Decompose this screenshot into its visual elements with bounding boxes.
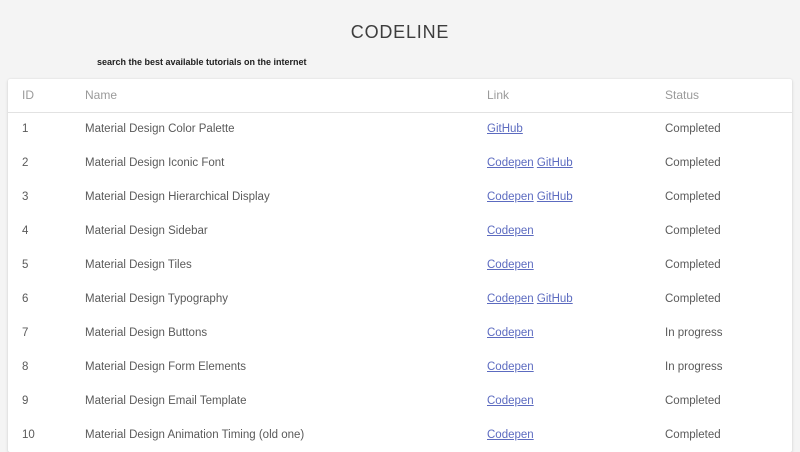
row-name-cell: Material Design Buttons	[85, 327, 208, 339]
row-status-cell: Completed	[665, 191, 721, 203]
table-row: 5 Material Design Tiles Codepen Complete…	[8, 248, 792, 282]
row-links-cell: Codepen	[473, 418, 651, 452]
row-name-cell: Material Design Tiles	[85, 259, 192, 271]
table-row: 4 Material Design Sidebar Codepen Comple…	[8, 214, 792, 248]
table-row: 3 Material Design Hierarchical Display C…	[8, 180, 792, 214]
table-row: 7 Material Design Buttons Codepen In pro…	[8, 316, 792, 350]
table-row: 2 Material Design Iconic Font Codepen Gi…	[8, 146, 792, 180]
row-name-cell: Material Design Form Elements	[85, 361, 247, 373]
codepen-link[interactable]: Codepen	[487, 259, 534, 271]
row-id-cell: 3	[22, 191, 29, 203]
row-status-cell: Completed	[665, 225, 721, 237]
row-id-cell: 8	[22, 361, 29, 373]
github-link[interactable]: GitHub	[537, 293, 573, 305]
row-id-cell: 9	[22, 395, 29, 407]
row-id-cell: 6	[22, 293, 29, 305]
row-id-cell: 2	[22, 157, 29, 169]
codepen-link[interactable]: Codepen	[487, 361, 534, 373]
row-status-cell: Completed	[665, 123, 721, 136]
row-id-cell: 7	[22, 327, 29, 339]
row-links-cell: Codepen GitHub	[473, 146, 651, 180]
row-name-cell: Material Design Iconic Font	[85, 157, 225, 169]
row-links-cell: Codepen	[473, 350, 651, 384]
codepen-link[interactable]: Codepen	[487, 191, 534, 203]
row-name-cell: Material Design Email Template	[85, 395, 247, 407]
github-link[interactable]: GitHub	[487, 123, 523, 135]
table-row: 9 Material Design Email Template Codepen…	[8, 384, 792, 418]
row-links-cell: Codepen	[473, 384, 651, 418]
table-row: 8 Material Design Form Elements Codepen …	[8, 350, 792, 384]
row-status-cell: Completed	[665, 259, 721, 271]
column-header-name: Name	[71, 79, 473, 113]
row-status-cell: In progress	[665, 327, 723, 339]
row-status-cell: Completed	[665, 429, 721, 441]
row-id-cell: 5	[22, 259, 29, 271]
codepen-link[interactable]: Codepen	[487, 293, 534, 305]
codepen-link[interactable]: Codepen	[487, 327, 534, 339]
row-status-cell: Completed	[665, 395, 721, 407]
row-name-cell: Material Design Sidebar	[85, 225, 208, 237]
row-id-cell: 1	[22, 123, 29, 136]
page-title: CODELINE	[350, 22, 450, 42]
tutorials-table: ID Name Link Status 1 Material Design Co…	[8, 79, 792, 452]
table-row: 10 Material Design Animation Timing (old…	[8, 418, 792, 452]
column-header-link: Link	[473, 79, 651, 113]
github-link[interactable]: GitHub	[537, 157, 573, 169]
row-links-cell: Codepen	[473, 248, 651, 282]
tutorials-card: ID Name Link Status 1 Material Design Co…	[8, 79, 792, 452]
row-status-cell: Completed	[665, 293, 721, 305]
row-links-cell: Codepen GitHub	[473, 282, 651, 316]
row-status-cell: Completed	[665, 157, 721, 169]
row-links-cell: Codepen	[473, 316, 651, 350]
page-subtitle: search the best available tutorials on t…	[97, 57, 307, 67]
table-row: 6 Material Design Typography Codepen Git…	[8, 282, 792, 316]
codepen-link[interactable]: Codepen	[487, 225, 534, 237]
codepen-link[interactable]: Codepen	[487, 429, 534, 441]
codepen-link[interactable]: Codepen	[487, 395, 534, 407]
table-body: 1 Material Design Color Palette GitHub C…	[8, 112, 792, 452]
row-status-cell: In progress	[665, 361, 723, 373]
github-link[interactable]: GitHub	[537, 191, 573, 203]
row-id-cell: 10	[22, 429, 35, 441]
row-name-cell: Material Design Animation Timing (old on…	[85, 429, 305, 441]
row-links-cell: Codepen	[473, 214, 651, 248]
column-header-id: ID	[8, 79, 71, 113]
row-links-cell: GitHub	[473, 112, 651, 146]
table-header-row: ID Name Link Status	[8, 79, 792, 113]
row-name-cell: Material Design Typography	[85, 293, 228, 305]
column-header-status: Status	[651, 79, 792, 113]
row-name-cell: Material Design Hierarchical Display	[85, 191, 270, 203]
row-id-cell: 4	[22, 225, 29, 237]
table-row: 1 Material Design Color Palette GitHub C…	[8, 112, 792, 146]
row-name-cell: Material Design Color Palette	[85, 123, 235, 136]
row-links-cell: Codepen GitHub	[473, 180, 651, 214]
codepen-link[interactable]: Codepen	[487, 157, 534, 169]
